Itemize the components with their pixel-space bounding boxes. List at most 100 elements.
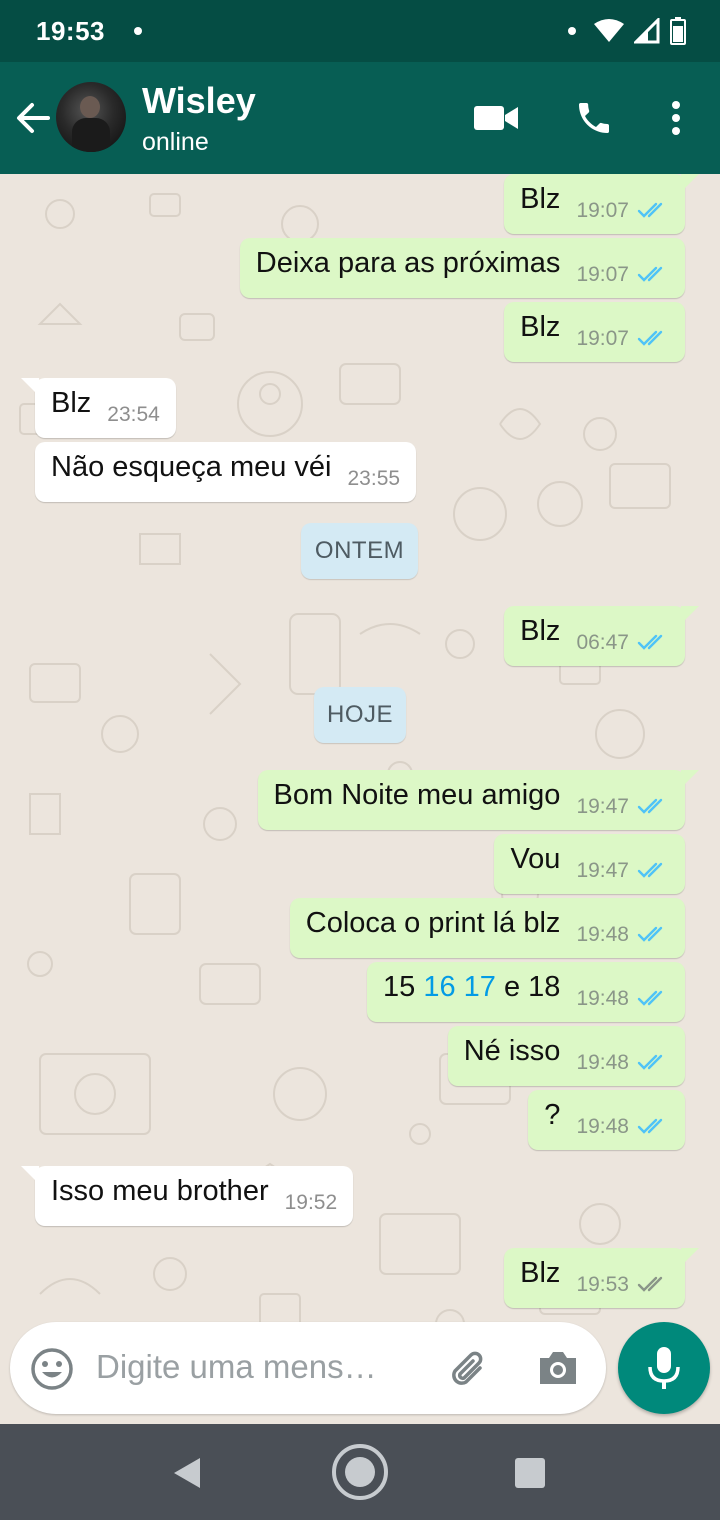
emoji-icon[interactable] — [30, 1347, 74, 1391]
message-bubble-out[interactable]: Blz 19:07 — [504, 174, 699, 234]
avatar[interactable] — [56, 82, 126, 152]
message-bubble-out[interactable]: 15 16 17 e 18 19:48 — [367, 962, 685, 1022]
message-time: 19:53 — [576, 1273, 629, 1296]
message-time: 19:48 — [576, 987, 629, 1010]
double-check-read-icon — [637, 634, 663, 650]
double-check-read-icon — [637, 798, 663, 814]
double-check-read-icon — [637, 862, 663, 878]
message-bubble-out[interactable]: Blz 06:47 — [504, 606, 699, 666]
bubble-tail — [681, 174, 699, 192]
message-meta: 19:47 — [576, 795, 669, 819]
phone-icon — [579, 103, 609, 133]
double-check-read-icon — [637, 330, 663, 346]
attach-icon[interactable] — [446, 1346, 494, 1394]
double-check-delivered-icon — [637, 1276, 663, 1292]
double-check-read-icon — [637, 202, 663, 218]
battery-icon — [670, 17, 686, 45]
message-bubble-in[interactable]: Não esqueça meu véi 23:55 — [35, 442, 417, 502]
message-text: Blz — [520, 1256, 561, 1289]
message-meta: 19:48 — [576, 923, 669, 947]
message-text: Blz — [520, 182, 561, 215]
message-bubble-out[interactable]: Vou 19:47 — [494, 834, 685, 894]
message-text: Vou — [510, 842, 561, 875]
message-text: Deixa para as próximas — [255, 246, 561, 279]
message-meta: 19:53 — [576, 1273, 669, 1297]
phone-link[interactable]: 16 — [423, 971, 455, 1003]
message-time: 19:47 — [576, 795, 629, 818]
date-chip: HOJE — [314, 687, 406, 743]
message-meta: 23:55 — [348, 467, 401, 491]
status-dot-icon — [568, 27, 576, 35]
message-time: 19:07 — [576, 263, 629, 286]
message-input[interactable]: Digite uma mens… — [96, 1348, 377, 1386]
message-text: Coloca o print lá blz — [305, 906, 561, 939]
bubble-tail — [681, 770, 699, 788]
status-bar: 19:53 — [0, 0, 720, 62]
mic-icon — [648, 1347, 680, 1389]
status-time: 19:53 — [36, 16, 105, 46]
message-text: Blz — [520, 310, 561, 343]
message-bubble-out[interactable]: Bom Noite meu amigo 19:47 — [257, 770, 699, 830]
message-text: 15 16 17 e 18 — [383, 971, 560, 1003]
double-check-read-icon — [637, 990, 663, 1006]
arrow-back-icon[interactable] — [12, 98, 52, 138]
videocam-icon — [474, 106, 518, 130]
message-list[interactable]: Blz 19:07 Deixa para as próximas 19:07 B… — [0, 174, 720, 1424]
bubble-tail — [681, 606, 699, 624]
message-text: Blz — [51, 386, 92, 419]
more-vert-icon — [672, 101, 680, 135]
bubble-tail — [21, 1166, 39, 1184]
message-text-part — [456, 971, 464, 1003]
message-time: 23:54 — [107, 403, 160, 426]
notification-dot-icon — [134, 27, 142, 35]
bubble-tail — [681, 1248, 699, 1266]
nav-recents-icon[interactable] — [514, 1457, 546, 1489]
mic-button[interactable] — [618, 1322, 710, 1414]
message-meta: 19:07 — [576, 263, 669, 287]
message-bubble-out[interactable]: Né isso 19:48 — [447, 1026, 685, 1086]
message-bubble-out[interactable]: Deixa para as próximas 19:07 — [239, 238, 685, 298]
message-bubble-out[interactable]: Blz 19:07 — [504, 302, 685, 362]
date-chip: ONTEM — [301, 523, 418, 579]
message-text: Isso meu brother — [51, 1174, 269, 1207]
more-options-button[interactable] — [656, 94, 696, 142]
message-time: 19:47 — [576, 859, 629, 882]
phone-link[interactable]: 17 — [464, 971, 496, 1003]
chat-header: Wisley online — [0, 62, 720, 174]
message-text: Blz — [520, 614, 561, 647]
double-check-read-icon — [637, 266, 663, 282]
message-time: 19:52 — [284, 1191, 338, 1214]
avatar-head — [80, 96, 100, 118]
message-bubble-out[interactable]: Blz 19:53 — [504, 1248, 699, 1308]
message-meta: 19:47 — [576, 859, 669, 883]
message-time: 19:07 — [576, 327, 629, 350]
contact-name[interactable]: Wisley — [142, 80, 256, 122]
message-meta: 19:52 — [285, 1191, 338, 1215]
nav-home-icon[interactable] — [331, 1443, 389, 1501]
message-text: Não esqueça meu véi — [51, 450, 332, 483]
message-meta: 19:07 — [576, 327, 669, 351]
message-composer[interactable]: Digite uma mens… — [10, 1322, 606, 1414]
double-check-read-icon — [637, 1118, 663, 1134]
message-meta: 19:07 — [576, 199, 669, 223]
message-meta: 19:48 — [576, 987, 669, 1011]
bubble-tail — [21, 378, 39, 396]
double-check-read-icon — [637, 1054, 663, 1070]
message-time: 06:47 — [576, 631, 629, 654]
double-check-read-icon — [637, 926, 663, 942]
message-time: 19:48 — [576, 1051, 629, 1074]
message-bubble-out[interactable]: ? 19:48 — [528, 1090, 685, 1150]
voice-call-button[interactable] — [570, 94, 618, 142]
signal-icon — [634, 18, 660, 44]
message-time: 19:48 — [576, 1115, 629, 1138]
message-time: 23:55 — [347, 467, 401, 490]
message-bubble-in[interactable]: Blz 23:54 — [21, 378, 176, 438]
camera-icon[interactable] — [536, 1348, 580, 1388]
video-call-button[interactable] — [472, 94, 520, 142]
message-bubble-out[interactable]: Coloca o print lá blz 19:48 — [289, 898, 685, 958]
message-bubble-in[interactable]: Isso meu brother 19:52 — [21, 1166, 354, 1226]
avatar-body — [72, 118, 110, 152]
system-nav-bar — [0, 1424, 720, 1520]
nav-back-icon[interactable] — [170, 1456, 204, 1490]
message-meta: 19:48 — [576, 1051, 669, 1075]
